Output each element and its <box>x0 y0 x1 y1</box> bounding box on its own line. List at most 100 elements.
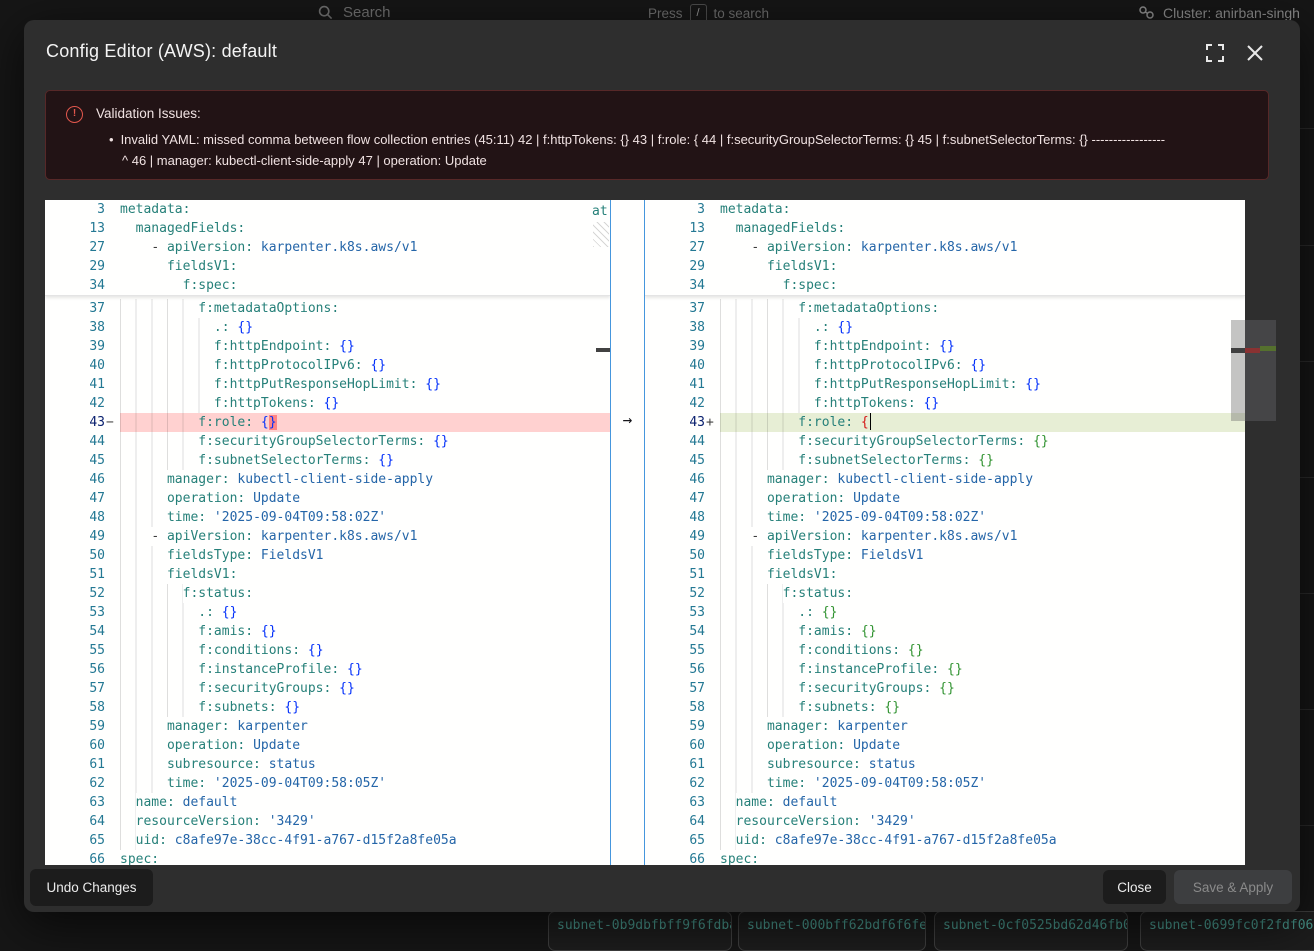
error-icon: ! <box>66 106 83 123</box>
code-line[interactable]: 40 f:httpProtocolIPv6: {} <box>45 356 610 375</box>
line-number: 50 <box>645 546 705 565</box>
vertical-scrollbar[interactable] <box>1231 320 1245 421</box>
code-line[interactable]: 41 f:httpPutResponseHopLimit: {} <box>645 375 1245 394</box>
code-line[interactable]: 48 time: '2025-09-04T09:58:02Z' <box>45 508 610 527</box>
code-line[interactable]: 49 - apiVersion: karpenter.k8s.aws/v1 <box>45 527 610 546</box>
bg-table-rowline <box>1300 245 1314 246</box>
code-line[interactable]: 61 subresource: status <box>45 755 610 774</box>
code-line[interactable]: 45 f:subnetSelectorTerms: {} <box>645 451 1245 470</box>
close-icon[interactable] <box>1246 44 1264 62</box>
code-line[interactable]: 37 f:metadataOptions: <box>645 299 1245 318</box>
modified-code[interactable]: 37 f:metadataOptions:38 .: {}39 f:httpEn… <box>645 299 1245 865</box>
code-line[interactable]: 38 .: {} <box>45 318 610 337</box>
code-line[interactable]: 47 operation: Update <box>45 489 610 508</box>
fullscreen-icon[interactable] <box>1206 44 1224 62</box>
line-number: 41 <box>45 375 105 394</box>
code-line[interactable]: 59 manager: karpenter <box>45 717 610 736</box>
code-line[interactable]: 52 f:status: <box>45 584 610 603</box>
cluster-selector[interactable]: Cluster: anirban-singh <box>1138 4 1300 21</box>
overview-ruler[interactable] <box>1245 320 1276 421</box>
bg-table-rowline <box>1300 477 1314 478</box>
code-line[interactable]: 38 .: {} <box>645 318 1245 337</box>
code-line[interactable]: 56 f:instanceProfile: {} <box>45 660 610 679</box>
code-line[interactable]: 48 time: '2025-09-04T09:58:02Z' <box>645 508 1245 527</box>
code-line[interactable]: 65 uid: c8afe97e-38cc-4f91-a767-d15f2a8f… <box>45 831 610 850</box>
original-code[interactable]: 37 f:metadataOptions:38 .: {}39 f:httpEn… <box>45 299 610 865</box>
code-line[interactable]: 3metadata: <box>645 200 1245 219</box>
code-line[interactable]: 58 f:subnets: {} <box>645 698 1245 717</box>
code-line[interactable]: 60 operation: Update <box>45 736 610 755</box>
code-line[interactable]: 45 f:subnetSelectorTerms: {} <box>45 451 610 470</box>
code-line[interactable]: 61 subresource: status <box>645 755 1245 774</box>
code-line[interactable]: 62 time: '2025-09-04T09:58:05Z' <box>645 774 1245 793</box>
line-number: 62 <box>645 774 705 793</box>
code-line[interactable]: 39 f:httpEndpoint: {} <box>45 337 610 356</box>
code-line[interactable]: 42 f:httpTokens: {} <box>45 394 610 413</box>
undo-changes-button[interactable]: Undo Changes <box>30 869 153 906</box>
code-line[interactable]: 47 operation: Update <box>645 489 1245 508</box>
code-line[interactable]: 27 - apiVersion: karpenter.k8s.aws/v1 <box>45 238 610 257</box>
original-editor-pane[interactable]: 37 f:metadataOptions:38 .: {}39 f:httpEn… <box>45 200 611 865</box>
code-line[interactable]: 46 manager: kubectl-client-side-apply <box>45 470 610 489</box>
code-line[interactable]: 55 f:conditions: {} <box>645 641 1245 660</box>
code-line[interactable]: 65 uid: c8afe97e-38cc-4f91-a767-d15f2a8f… <box>645 831 1245 850</box>
code-line[interactable]: 60 operation: Update <box>645 736 1245 755</box>
code-line[interactable]: 43+ f:role: { <box>645 413 1245 432</box>
code-line[interactable]: 34 f:spec: <box>645 276 1245 295</box>
code-line[interactable]: 57 f:securityGroups: {} <box>45 679 610 698</box>
code-line[interactable]: 29 fieldsV1: <box>645 257 1245 276</box>
code-line[interactable]: 66spec: <box>645 850 1245 865</box>
code-line[interactable]: 51 fieldsV1: <box>645 565 1245 584</box>
code-line[interactable]: 44 f:securityGroupSelectorTerms: {} <box>645 432 1245 451</box>
bg-table-rowline <box>1300 361 1314 362</box>
close-button[interactable]: Close <box>1103 870 1166 904</box>
code-line[interactable]: 66spec: <box>45 850 610 865</box>
code-line[interactable]: 51 fieldsV1: <box>45 565 610 584</box>
code-line[interactable]: 62 time: '2025-09-04T09:58:05Z' <box>45 774 610 793</box>
line-number: 58 <box>45 698 105 717</box>
code-line[interactable]: 43− f:role: {} <box>45 413 610 432</box>
code-line[interactable]: 44 f:securityGroupSelectorTerms: {} <box>45 432 610 451</box>
code-line[interactable]: 63 name: default <box>645 793 1245 812</box>
code-line[interactable]: 27 - apiVersion: karpenter.k8s.aws/v1 <box>645 238 1245 257</box>
diff-glyph <box>705 238 720 257</box>
line-number: 48 <box>45 508 105 527</box>
code-line[interactable]: 46 manager: kubectl-client-side-apply <box>645 470 1245 489</box>
code-line[interactable]: 55 f:conditions: {} <box>45 641 610 660</box>
code-line[interactable]: 13 managedFields: <box>45 219 610 238</box>
code-line[interactable]: 13 managedFields: <box>645 219 1245 238</box>
code-line[interactable]: 29 fieldsV1: <box>45 257 610 276</box>
save-apply-button[interactable]: Save & Apply <box>1174 870 1292 904</box>
line-number: 65 <box>45 831 105 850</box>
code-line[interactable]: 39 f:httpEndpoint: {} <box>645 337 1245 356</box>
diff-glyph <box>105 603 120 622</box>
code-line[interactable]: 64 resourceVersion: '3429' <box>645 812 1245 831</box>
revert-change-arrow-button[interactable]: → <box>611 410 644 429</box>
code-line[interactable]: 56 f:instanceProfile: {} <box>645 660 1245 679</box>
code-line[interactable]: 52 f:status: <box>645 584 1245 603</box>
code-line[interactable]: 64 resourceVersion: '3429' <box>45 812 610 831</box>
yaml-diff-editor[interactable]: 37 f:metadataOptions:38 .: {}39 f:httpEn… <box>45 200 1245 865</box>
code-line[interactable]: 53 .: {} <box>645 603 1245 622</box>
code-line[interactable]: 57 f:securityGroups: {} <box>645 679 1245 698</box>
global-search[interactable]: Search <box>318 4 391 21</box>
code-line[interactable]: 58 f:subnets: {} <box>45 698 610 717</box>
code-line[interactable]: 37 f:metadataOptions: <box>45 299 610 318</box>
search-input[interactable]: Search <box>343 4 391 21</box>
code-line[interactable]: 3metadata: <box>45 200 610 219</box>
code-line[interactable]: 40 f:httpProtocolIPv6: {} <box>645 356 1245 375</box>
code-line[interactable]: 42 f:httpTokens: {} <box>645 394 1245 413</box>
code-line[interactable]: 54 f:amis: {} <box>645 622 1245 641</box>
code-line[interactable]: 63 name: default <box>45 793 610 812</box>
code-line[interactable]: 54 f:amis: {} <box>45 622 610 641</box>
code-line[interactable]: 50 fieldsType: FieldsV1 <box>45 546 610 565</box>
code-line[interactable]: 49 - apiVersion: karpenter.k8s.aws/v1 <box>645 527 1245 546</box>
line-number: 51 <box>45 565 105 584</box>
code-line[interactable]: 50 fieldsType: FieldsV1 <box>645 546 1245 565</box>
code-line[interactable]: 34 f:spec: <box>45 276 610 295</box>
code-line[interactable]: 53 .: {} <box>45 603 610 622</box>
diff-glyph <box>705 603 720 622</box>
code-line[interactable]: 41 f:httpPutResponseHopLimit: {} <box>45 375 610 394</box>
code-line[interactable]: 59 manager: karpenter <box>645 717 1245 736</box>
modified-editor-pane[interactable]: 37 f:metadataOptions:38 .: {}39 f:httpEn… <box>645 200 1245 865</box>
